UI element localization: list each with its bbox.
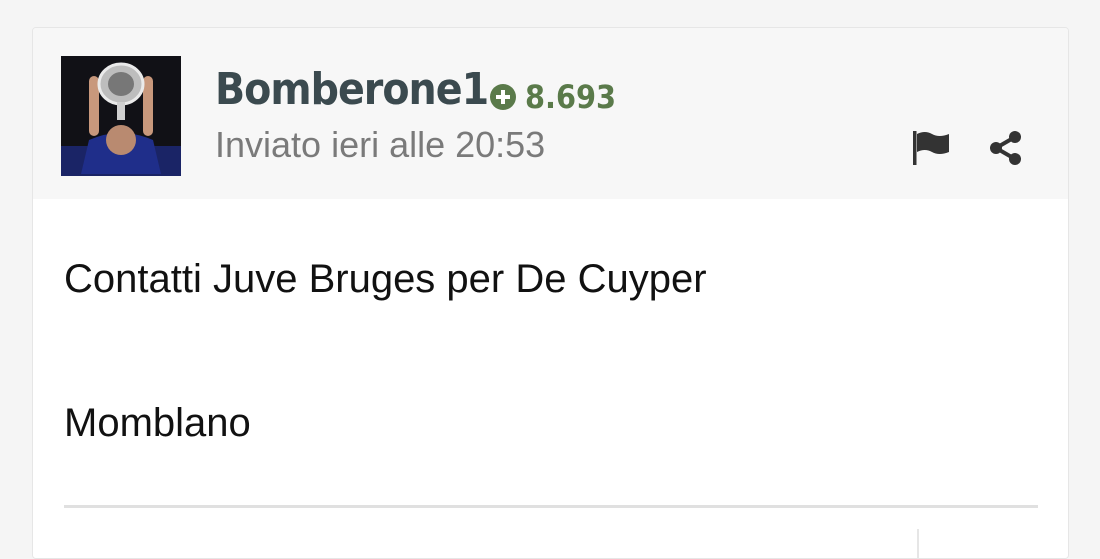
post-header: Bomberone1 8.693 Inviato ieri alle 20:53: [33, 28, 1068, 199]
post-timestamp: Inviato ieri alle 20:53: [215, 124, 546, 165]
post-text-line: Momblano: [64, 401, 251, 445]
flag-icon: [913, 131, 949, 165]
share-button[interactable]: [984, 126, 1028, 170]
post-card: Bomberone1 8.693 Inviato ieri alle 20:53: [32, 27, 1069, 559]
share-icon: [990, 131, 1021, 165]
plus-circle-icon: [490, 84, 516, 110]
avatar[interactable]: [61, 56, 181, 176]
reputation-value: 8.693: [525, 78, 617, 116]
username[interactable]: Bomberone1: [215, 62, 489, 118]
footer-separator: [917, 529, 919, 558]
report-button[interactable]: [909, 126, 953, 170]
post-text-line: Contatti Juve Bruges per De Cuyper: [64, 257, 707, 301]
post-body: Contatti Juve Bruges per De Cuyper Mombl…: [33, 199, 1068, 558]
post-divider: [64, 505, 1038, 508]
avatar-image: [61, 56, 181, 176]
reputation-badge[interactable]: 8.693: [489, 78, 616, 116]
